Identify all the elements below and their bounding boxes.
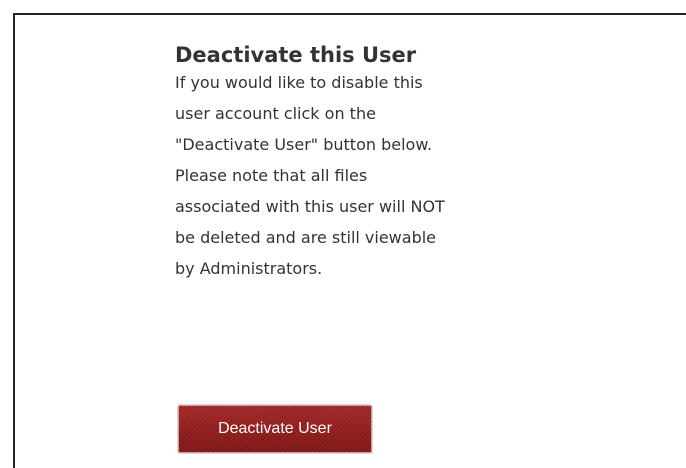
description-line: by Administrators.: [175, 259, 323, 278]
section-description: If you would like to disable this user a…: [175, 67, 595, 284]
description-line: If you would like to disable this: [175, 73, 423, 92]
description-line: associated with this user will NOT: [175, 197, 445, 216]
description-line: user account click on the: [175, 104, 376, 123]
description-line: Please note that all files: [175, 166, 368, 185]
description-line: "Deactivate User" button below.: [175, 135, 433, 154]
page-frame: Deactivate this User If you would like t…: [0, 0, 686, 468]
description-line: be deleted and are still viewable: [175, 228, 437, 247]
deactivate-user-button[interactable]: Deactivate User: [178, 405, 372, 453]
section-title: Deactivate this User: [175, 43, 417, 67]
